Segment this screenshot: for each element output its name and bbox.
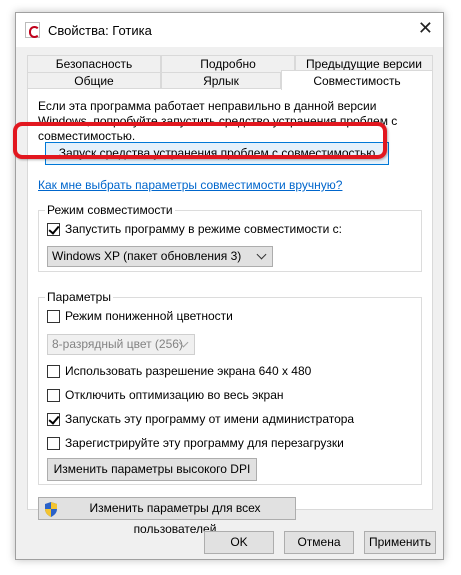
fullscreen-opt-label: Отключить оптимизацию во весь экран bbox=[65, 388, 284, 402]
title-bar: Свойства: Готика ✕ bbox=[16, 13, 443, 47]
chevron-down-icon bbox=[256, 249, 267, 260]
window-title: Свойства: Готика bbox=[48, 23, 152, 38]
settings-title: Параметры bbox=[45, 290, 113, 304]
properties-dialog: Свойства: Готика ✕ Безопасность Подробно… bbox=[15, 12, 444, 560]
tab-compatibility[interactable]: Совместимость bbox=[281, 70, 433, 90]
ok-button[interactable]: OK bbox=[204, 531, 274, 554]
run-as-admin-label: Запускать эту программу от имени админис… bbox=[65, 412, 355, 426]
tab-security[interactable]: Безопасность bbox=[27, 55, 161, 73]
reduced-color-checkbox[interactable] bbox=[47, 310, 60, 323]
run-as-admin-checkbox[interactable] bbox=[47, 413, 60, 426]
compat-mode-label: Запустить программу в режиме совместимос… bbox=[65, 222, 342, 236]
compat-mode-title: Режим совместимости bbox=[45, 203, 175, 217]
close-icon[interactable]: ✕ bbox=[418, 18, 433, 39]
os-version-select[interactable]: Windows XP (пакет обновления 3) bbox=[47, 246, 273, 267]
uac-shield-icon bbox=[45, 502, 57, 517]
color-depth-value: 8-разрядный цвет (256) bbox=[52, 337, 183, 351]
color-depth-select[interactable]: 8-разрядный цвет (256) bbox=[47, 334, 195, 355]
fullscreen-opt-checkbox[interactable] bbox=[47, 389, 60, 402]
os-version-value: Windows XP (пакет обновления 3) bbox=[52, 249, 242, 263]
tab-details[interactable]: Подробно bbox=[161, 55, 295, 73]
all-users-button[interactable]: Изменить параметры для всех пользователе… bbox=[38, 497, 296, 536]
compat-mode-group: Режим совместимости Запустить программу … bbox=[38, 203, 422, 272]
manual-settings-link[interactable]: Как мне выбрать параметры совместимости … bbox=[38, 178, 342, 192]
settings-group: Параметры Режим пониженной цветности 8-р… bbox=[38, 290, 422, 485]
compat-mode-checkbox[interactable] bbox=[47, 223, 60, 236]
resolution-640-label: Использовать разрешение экрана 640 x 480 bbox=[65, 364, 312, 378]
apply-button[interactable]: Применить bbox=[364, 531, 436, 554]
cancel-button[interactable]: Отмена bbox=[284, 531, 354, 554]
resolution-640-checkbox[interactable] bbox=[47, 365, 60, 378]
register-restart-checkbox[interactable] bbox=[47, 437, 60, 450]
highlight-annotation bbox=[13, 122, 387, 159]
reduced-color-label: Режим пониженной цветности bbox=[65, 309, 233, 323]
app-icon bbox=[25, 22, 40, 38]
high-dpi-button[interactable]: Изменить параметры высокого DPI bbox=[47, 458, 257, 481]
register-restart-label: Зарегистрируйте эту программу для переза… bbox=[65, 436, 344, 450]
